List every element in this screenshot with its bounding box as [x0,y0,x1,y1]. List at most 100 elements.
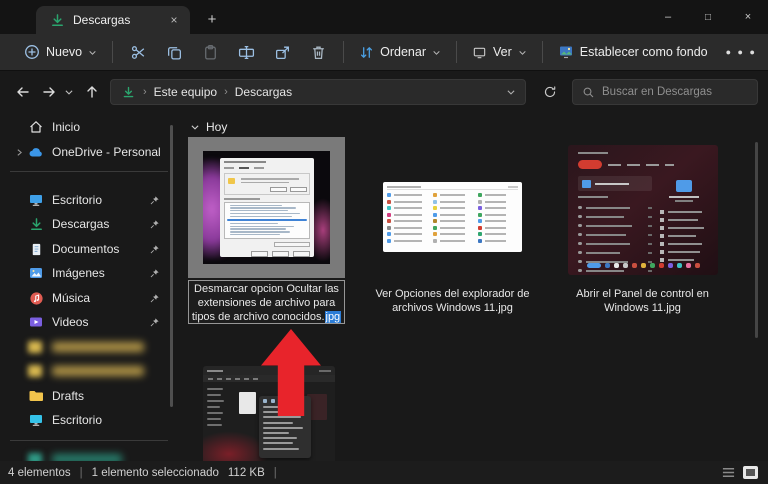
sidebar-item-musica[interactable]: Música [4,286,168,310]
decor [439,239,465,242]
decor [585,224,632,227]
chevron-right-icon[interactable] [10,148,28,157]
decor [478,232,518,236]
sidebar-scrollbar[interactable] [170,125,173,407]
content-scrollbar[interactable] [755,142,758,338]
set-wallpaper-button[interactable]: Establecer como fondo [550,39,716,65]
search-icon [582,86,595,99]
search-input[interactable] [602,86,748,98]
sort-button[interactable]: Ordenar [351,40,449,65]
decor [660,224,708,232]
file-name[interactable]: Abrir el Panel de control en Windows 11.… [560,287,725,315]
decor [478,199,483,204]
file-thumbnail-partial[interactable] [203,366,335,461]
decor [432,193,473,197]
sidebar-item-descargas[interactable]: Descargas [4,212,168,236]
decor [485,220,507,222]
sort-arrows-icon [359,45,374,60]
details-view-icon[interactable] [721,466,736,479]
history-chevron-button[interactable] [59,79,79,105]
decor [668,235,696,237]
pin-icon [149,268,160,279]
more-options-button[interactable]: ● ● ● [716,47,767,57]
decor [478,199,518,204]
sidebar-item-escritorio[interactable]: Escritorio [4,188,168,212]
decor [648,224,652,227]
tab-close-icon[interactable]: × [166,12,182,28]
decor [660,234,664,238]
paste-button[interactable] [192,37,228,67]
refresh-button[interactable] [537,79,563,105]
address-bar[interactable]: › Este equipo › Descargas [110,79,526,105]
decor [586,263,601,268]
file-thumbnail-selected[interactable] [188,137,345,278]
delete-button[interactable] [300,37,336,67]
sidebar-item-imagenes[interactable]: Imágenes [4,261,168,285]
sidebar-item-inicio[interactable]: Inicio [4,115,168,139]
decor [478,238,518,243]
command-toolbar: Nuevo Ordenar Ver Establecer como fondo … [0,34,768,71]
sidebar-item-redacted[interactable] [4,359,168,383]
decor [394,220,422,222]
decor [432,219,437,223]
decor [685,263,691,268]
sidebar-item-onedrive[interactable]: OneDrive - Personal [4,140,168,164]
group-header-hoy[interactable]: Hoy [190,120,227,134]
redacted-label [52,342,144,352]
sidebar-item-redacted-partial[interactable] [4,447,168,461]
back-button[interactable] [10,79,36,105]
selection-size: 112 KB [227,466,265,479]
decor [660,210,664,214]
new-tab-button[interactable]: + [202,9,222,29]
sidebar-item-documentos[interactable]: Documentos [4,237,168,261]
decor [439,213,465,216]
plus-circle-icon [24,44,40,60]
breadcrumb-descargas[interactable]: Descargas [235,85,292,99]
thumbnail-art [383,182,522,252]
share-button[interactable] [264,37,300,67]
decor [667,263,673,268]
decor [585,233,626,236]
downloads-icon [49,12,65,28]
view-button[interactable]: Ver [464,40,535,65]
decor [387,219,391,223]
file-name-edit-box[interactable]: Desmarcar opcion Ocultar las extensiones… [188,280,345,324]
sidebar-item-label: Inicio [52,120,81,134]
address-dropdown-icon[interactable] [506,87,516,97]
decor [439,200,465,203]
file-thumbnail[interactable] [375,140,530,280]
decor [387,199,427,204]
decor [660,226,664,230]
decor [640,263,646,268]
chevron-down-icon [518,48,527,57]
maximize-button[interactable]: □ [688,0,728,34]
decor [387,225,391,230]
file-name[interactable]: Ver Opciones del explorador de archivos … [375,287,530,315]
minimize-button[interactable]: – [648,0,688,34]
decor [578,250,582,255]
decor [439,194,465,196]
new-button[interactable]: Nuevo [16,39,105,65]
decor [668,243,702,245]
decor [263,426,303,429]
decor [394,239,422,242]
sidebar-item-escritorio-2[interactable]: Escritorio [4,408,168,432]
up-button[interactable] [79,79,105,105]
file-thumbnail[interactable] [568,145,718,275]
decor [207,388,223,390]
breadcrumb-este-equipo[interactable]: Este equipo [154,85,217,99]
decor [578,241,582,246]
close-button[interactable]: × [728,0,768,34]
explorer-tab[interactable]: Descargas × [36,6,190,34]
cut-button[interactable] [120,37,156,67]
sidebar-item-videos[interactable]: Videos [4,310,168,334]
sidebar-item-drafts[interactable]: Drafts [4,384,168,408]
large-thumbnails-view-icon[interactable] [743,466,758,479]
decor [432,238,437,243]
decor [585,251,620,254]
sidebar-item-redacted[interactable] [4,335,168,359]
decor [230,231,290,233]
rename-button[interactable] [228,37,264,67]
sidebar-separator [10,440,168,441]
copy-button[interactable] [156,37,192,67]
